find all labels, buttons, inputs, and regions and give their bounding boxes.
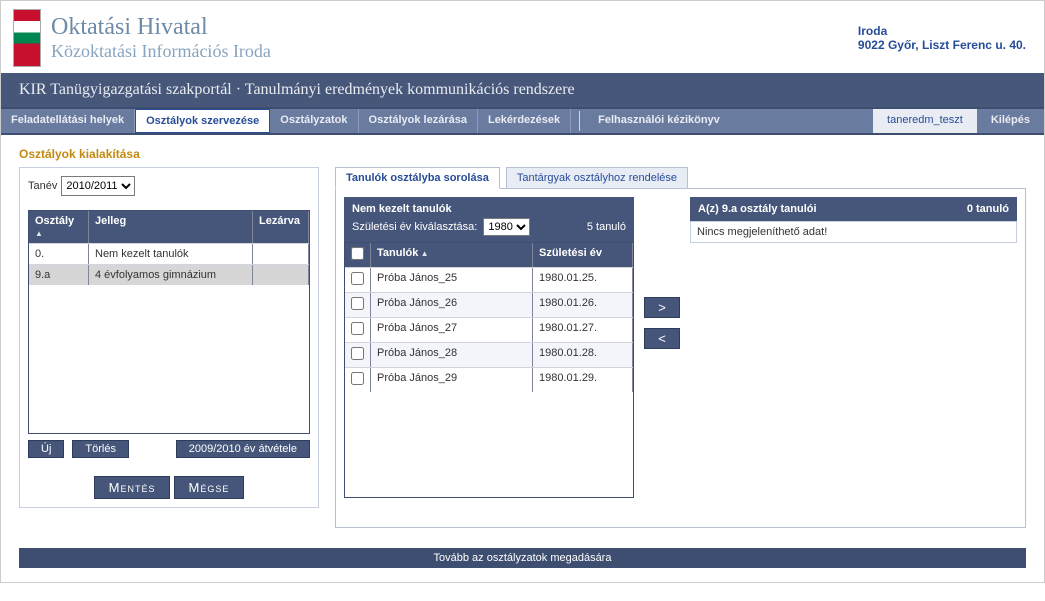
header: Oktatási Hivatal Közoktatási Információs… bbox=[1, 1, 1044, 73]
unassigned-students-panel: Nem kezelt tanulók Születési év kiválasz… bbox=[344, 197, 634, 498]
delete-class-button[interactable]: Törlés bbox=[72, 440, 129, 458]
nav-osztalyok-lezarasa[interactable]: Osztályok lezárása bbox=[359, 109, 478, 133]
col-students[interactable]: Tanulók bbox=[371, 243, 533, 267]
assignment-panel: Tanulók osztályba sorolása Tantárgyak os… bbox=[335, 167, 1026, 528]
birth-year-label: Születési év kiválasztása: bbox=[352, 221, 477, 233]
move-left-button[interactable]: < bbox=[644, 328, 680, 349]
col-osztaly[interactable]: Osztály bbox=[29, 211, 89, 243]
birth-year-select[interactable]: 1980 bbox=[483, 218, 530, 236]
table-row[interactable]: Próba János_27 1980.01.27. bbox=[345, 317, 633, 342]
select-all-checkbox[interactable] bbox=[351, 247, 364, 260]
table-row[interactable]: Próba János_25 1980.01.25. bbox=[345, 267, 633, 292]
class-members-panel: A(z) 9.a osztály tanulói 0 tanuló Nincs … bbox=[690, 197, 1017, 243]
col-select-all[interactable] bbox=[345, 243, 371, 267]
year-select[interactable]: 2010/2011 bbox=[61, 176, 135, 196]
table-row[interactable]: Próba János_28 1980.01.28. bbox=[345, 342, 633, 367]
office-block: Iroda 9022 Győr, Liszt Ferenc u. 40. bbox=[858, 24, 1026, 52]
app-title: Oktatási Hivatal bbox=[51, 14, 271, 41]
classes-panel: Tanév 2010/2011 Osztály Jelleg Lezárva 0… bbox=[19, 167, 319, 508]
year-label: Tanév bbox=[28, 180, 57, 192]
nav-kezikonyv[interactable]: Felhasználói kézikönyv bbox=[588, 109, 730, 133]
breadcrumb: KIR Tanügyigazgatási szakportál · Tanulm… bbox=[1, 73, 1044, 107]
row-checkbox[interactable] bbox=[351, 272, 364, 285]
row-checkbox[interactable] bbox=[351, 297, 364, 310]
proceed-button[interactable]: Tovább az osztályzatok megadására bbox=[19, 548, 1026, 568]
app-subtitle: Közoktatási Információs Iroda bbox=[51, 41, 271, 62]
unassigned-title: Nem kezelt tanulók bbox=[352, 203, 452, 215]
import-prev-year-button[interactable]: 2009/2010 év átvétele bbox=[176, 440, 310, 458]
table-row[interactable]: 0. Nem kezelt tanulók bbox=[29, 243, 309, 264]
nav-feladat[interactable]: Feladatellátási helyek bbox=[1, 109, 135, 133]
new-class-button[interactable]: Új bbox=[28, 440, 64, 458]
table-row[interactable]: Próba János_29 1980.01.29. bbox=[345, 367, 633, 392]
mover-buttons: > < bbox=[644, 197, 680, 349]
nav-osztalyok-szervezese[interactable]: Osztályok szervezése bbox=[135, 109, 270, 133]
unassigned-count: 5 tanuló bbox=[587, 221, 626, 233]
save-button[interactable]: Mentés bbox=[94, 476, 171, 499]
section-title: Osztályok kialakítása bbox=[19, 147, 1026, 161]
logout-button[interactable]: Kilépés bbox=[977, 109, 1044, 133]
current-user[interactable]: taneredm_teszt bbox=[873, 109, 977, 133]
empty-message: Nincs megjeleníthető adat! bbox=[690, 221, 1017, 243]
cancel-button[interactable]: Mégse bbox=[174, 476, 245, 499]
col-dob[interactable]: Születési év bbox=[533, 243, 633, 267]
tab-students[interactable]: Tanulók osztályba sorolása bbox=[335, 167, 500, 189]
office-address: 9022 Győr, Liszt Ferenc u. 40. bbox=[858, 38, 1026, 52]
table-row[interactable]: 9.a 4 évfolyamos gimnázium bbox=[29, 264, 309, 285]
row-checkbox[interactable] bbox=[351, 372, 364, 385]
main-nav: Feladatellátási helyek Osztályok szervez… bbox=[1, 107, 1044, 135]
crest-icon bbox=[13, 9, 41, 67]
row-checkbox[interactable] bbox=[351, 347, 364, 360]
move-right-button[interactable]: > bbox=[644, 297, 680, 318]
class-members-count: 0 tanuló bbox=[967, 203, 1009, 215]
table-row[interactable]: Próba János_26 1980.01.26. bbox=[345, 292, 633, 317]
col-jelleg[interactable]: Jelleg bbox=[89, 211, 253, 243]
classes-grid: Osztály Jelleg Lezárva 0. Nem kezelt tan… bbox=[28, 210, 310, 434]
tab-subjects[interactable]: Tantárgyak osztályhoz rendelése bbox=[506, 167, 688, 189]
col-lezarva[interactable]: Lezárva bbox=[253, 211, 309, 243]
nav-lekerdezesek[interactable]: Lekérdezések bbox=[478, 109, 571, 133]
class-members-title: A(z) 9.a osztály tanulói bbox=[698, 203, 817, 215]
office-name: Iroda bbox=[858, 24, 1026, 38]
row-checkbox[interactable] bbox=[351, 322, 364, 335]
nav-osztalyzatok[interactable]: Osztályzatok bbox=[270, 109, 358, 133]
